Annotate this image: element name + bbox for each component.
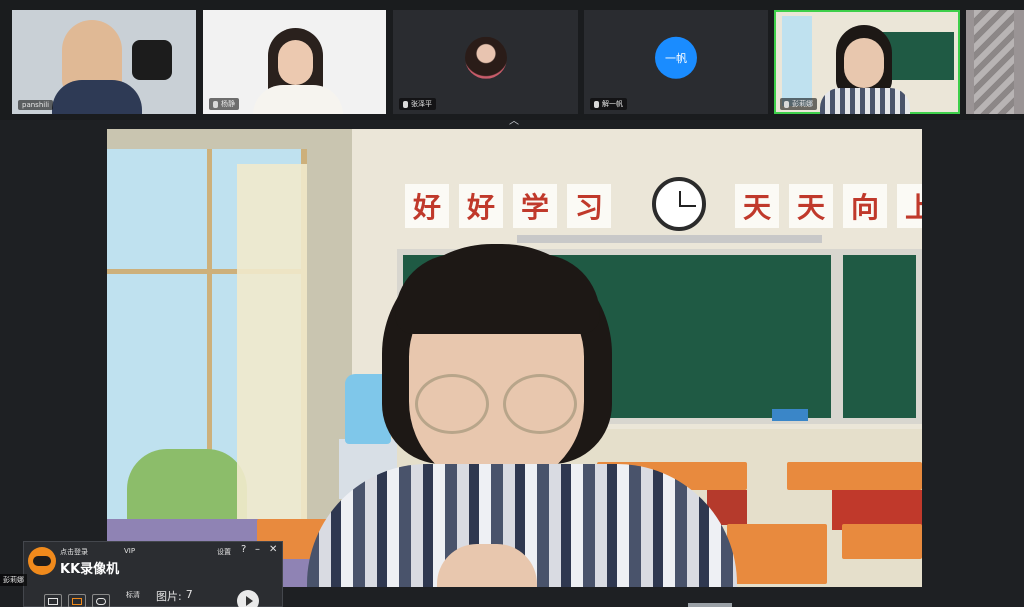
- eraser: [772, 409, 808, 421]
- slogan-char: 习: [567, 184, 611, 228]
- pics-count: 7: [185, 588, 193, 601]
- participant-shirt: [52, 80, 142, 114]
- slogan-char: 好: [405, 184, 449, 228]
- slogan-char: 天: [789, 184, 833, 228]
- slogan-char: 天: [735, 184, 779, 228]
- participant-name-label: 彭莉娜: [780, 98, 817, 110]
- participant-tile-panshili[interactable]: panshili: [12, 10, 196, 114]
- avatar: [464, 36, 507, 79]
- close-button[interactable]: ✕: [269, 544, 277, 555]
- mic-icon: [784, 100, 789, 108]
- slogan-left: 好 好 学 习: [405, 184, 611, 228]
- corner-participant-label: 彭莉娜: [0, 574, 27, 586]
- participant-name-label: 杨静: [209, 98, 239, 110]
- collapse-strip-chevron-up-icon[interactable]: ︿: [505, 117, 523, 127]
- meeting-window: panshili 杨静 张泽平 一帆 解一帆 彭莉娜 ︿ 好 好 学 习 天 天…: [0, 0, 1024, 607]
- participant-name-label: 张泽平: [399, 98, 436, 110]
- mic-icon: [594, 100, 599, 108]
- minimize-button[interactable]: –: [255, 544, 260, 555]
- avatar: 一帆: [655, 36, 697, 79]
- tree: [127, 449, 247, 519]
- slogan-char: 好: [459, 184, 503, 228]
- participant-window-bg: [782, 16, 812, 106]
- participant-video: [844, 38, 884, 88]
- participant-tile-zhangzeping[interactable]: 张泽平: [393, 10, 578, 114]
- bottom-scroll-indicator[interactable]: [688, 603, 732, 607]
- chalkboard-right: [837, 249, 922, 424]
- play-icon: [245, 596, 253, 606]
- participant-tile-yangjing[interactable]: 杨静: [203, 10, 386, 114]
- participant-strip: panshili 杨静 张泽平 一帆 解一帆 彭莉娜: [0, 0, 1024, 120]
- clock-icon: [652, 177, 706, 231]
- recorder-widget[interactable]: 点击登录 VIP KK录像机 设置 ? – ✕ 标清 图片: 7: [23, 541, 283, 607]
- speaker-person: [287, 244, 737, 587]
- screen-mode-monitor-icon[interactable]: [44, 594, 62, 607]
- backpack: [132, 40, 172, 80]
- quality-label[interactable]: 标清: [126, 590, 140, 600]
- recorder-title: KK录像机: [60, 562, 120, 577]
- desk: [842, 524, 922, 559]
- slogan-char: 学: [513, 184, 557, 228]
- board-rail: [517, 235, 822, 243]
- slogan-char: 向: [843, 184, 887, 228]
- mic-icon: [403, 100, 408, 108]
- participant-name-label: panshili: [18, 100, 54, 110]
- participant-name-label: 解一帆: [590, 98, 627, 110]
- glasses-left: [415, 374, 489, 434]
- participant-video: [278, 40, 313, 85]
- bangs: [395, 254, 600, 334]
- desk: [727, 524, 827, 584]
- record-play-button[interactable]: [237, 590, 259, 607]
- picture-counter: 图片: 7: [156, 588, 193, 604]
- login-link[interactable]: 点击登录: [60, 547, 88, 557]
- main-speaker-video: 好 好 学 习 天 天 向 上: [107, 129, 922, 587]
- pics-label: 图片:: [156, 590, 182, 603]
- desk: [787, 462, 922, 490]
- recorder-logo-icon: [28, 547, 56, 575]
- mic-icon: [213, 100, 218, 108]
- slogan-char: 上: [897, 184, 922, 228]
- participant-video: [974, 10, 1014, 114]
- vip-link[interactable]: VIP: [124, 547, 135, 555]
- settings-button[interactable]: 设置: [217, 547, 231, 557]
- glasses-right: [503, 374, 577, 434]
- participant-shirt: [253, 85, 343, 114]
- slogan-right: 天 天 向 上: [735, 184, 922, 228]
- participant-shirt: [820, 88, 910, 114]
- participant-tile-partial[interactable]: [966, 10, 1024, 114]
- participant-tile-pengnina[interactable]: 彭莉娜: [774, 10, 960, 114]
- game-mode-gamepad-icon[interactable]: [92, 594, 110, 607]
- help-button[interactable]: ?: [241, 544, 246, 555]
- screen-mode-region-icon[interactable]: [68, 594, 86, 607]
- participant-tile-xieyifan[interactable]: 一帆 解一帆: [584, 10, 768, 114]
